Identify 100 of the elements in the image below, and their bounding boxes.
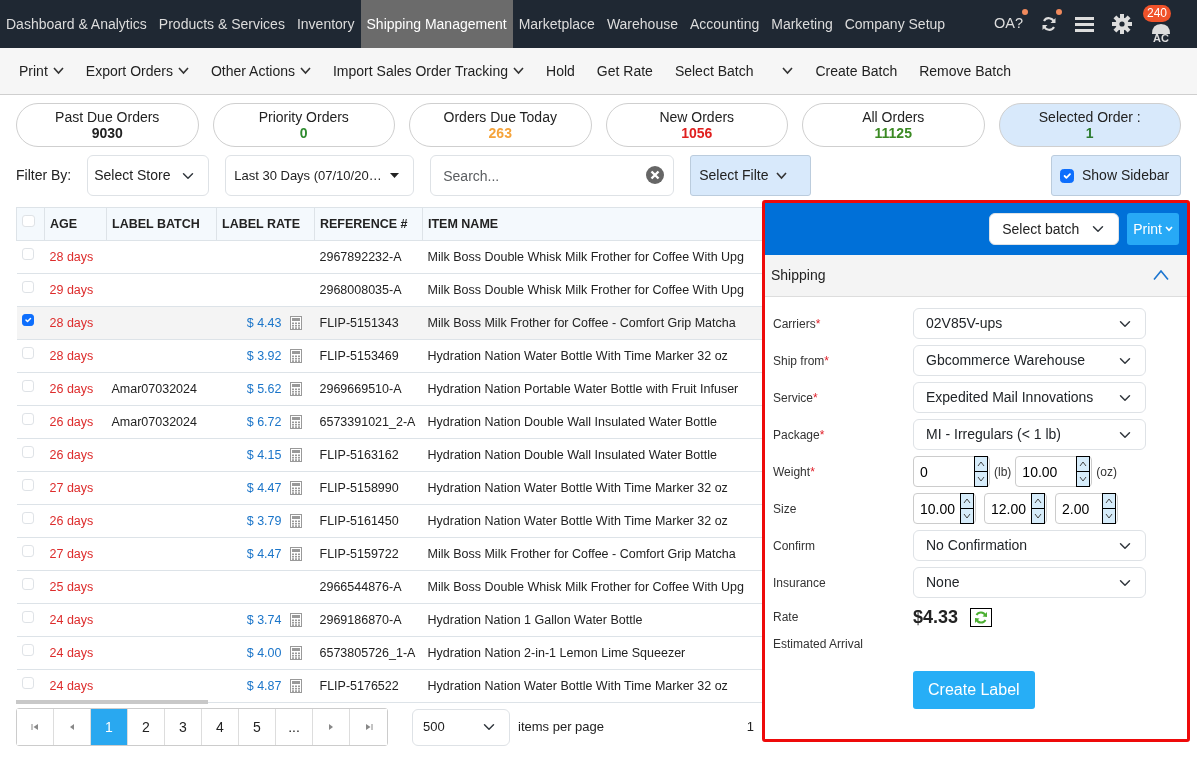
notification-badge: 240	[1143, 5, 1172, 22]
search-field[interactable]: Search...	[430, 155, 675, 196]
table-cell: 27 days	[49, 480, 94, 495]
rate-link[interactable]: $ 6.72	[246, 412, 282, 432]
chevron-down-icon	[513, 67, 525, 75]
stat-value: 1056	[680, 125, 714, 141]
stat-value: 0	[298, 125, 309, 141]
filter-label: Filter By:	[16, 166, 72, 185]
nav-tab[interactable]: Shipping Management	[360, 0, 513, 48]
nav-tab[interactable]: Inventory	[290, 0, 361, 48]
show-sidebar-toggle[interactable]: Show Sidebar	[1051, 155, 1181, 196]
calculator-icon	[289, 382, 302, 396]
column-header[interactable]: LABEL RATE	[216, 207, 315, 241]
field-label: Service*	[773, 389, 819, 407]
nav-tab[interactable]: Warehouse	[600, 0, 684, 48]
toolbar-button[interactable]: Other Actions	[203, 60, 318, 82]
toolbar-button[interactable]: Hold	[539, 60, 582, 82]
rate-link[interactable]: $ 4.00	[246, 643, 282, 663]
toolbar-button[interactable]: Print	[12, 60, 71, 82]
caret-down-icon	[389, 173, 399, 178]
toolbar-button[interactable]: Create Batch	[808, 60, 905, 82]
checkbox-label: Show Sidebar	[1082, 166, 1170, 185]
rate-link[interactable]: $ 5.62	[246, 379, 282, 399]
table-cell: FLIP-5153469	[319, 348, 399, 363]
menu-icon	[1075, 16, 1094, 32]
table-cell: 29 days	[49, 282, 94, 297]
stat-label: New Orders	[658, 109, 736, 125]
stat-label: Orders Due Today	[442, 109, 558, 125]
rate-link[interactable]: $ 4.47	[246, 478, 282, 498]
toolbar-button[interactable]: Select Batch	[667, 60, 801, 82]
user-initials: AC	[1153, 30, 1169, 46]
nav-tab[interactable]: Marketing	[765, 0, 839, 48]
section-header[interactable]: Shipping	[765, 255, 1187, 297]
toolbar-button[interactable]: Remove Batch	[912, 60, 1019, 82]
table-cell: 2966544876-A	[319, 579, 402, 594]
batch-select[interactable]: Select batch	[989, 213, 1120, 245]
store-select[interactable]: Select Store	[87, 155, 210, 196]
chevron-down-icon	[300, 67, 311, 75]
rate-value: $4.33	[913, 605, 959, 629]
stat-value: 11125	[873, 125, 913, 141]
select-field[interactable]: None	[913, 567, 1146, 598]
field-label: Insurance	[773, 574, 827, 592]
nav-tab[interactable]: Dashboard & Analytics	[0, 0, 153, 48]
date-range-select[interactable]: Last 30 Days (07/10/20…	[225, 155, 415, 196]
table-cell: Hydration Nation Water Bottle With Time Marker 32 oz	[427, 480, 728, 495]
table-cell: 2969186870-A	[319, 612, 402, 627]
table-cell: Hydration Nation 2-in-1 Lemon Lime Squeezer	[427, 645, 686, 660]
rate-link[interactable]: $ 4.15	[246, 445, 282, 465]
nav-tab[interactable]: Accounting	[683, 0, 766, 48]
calculator-icon	[289, 679, 302, 693]
stat-card[interactable]: Selected Order : 1	[998, 103, 1181, 147]
table-cell: 2969669510-A	[319, 381, 402, 396]
calculator-icon	[289, 415, 302, 429]
page-size-select[interactable]: 500	[412, 708, 510, 746]
filter-button[interactable]: Select Filte	[690, 155, 812, 196]
column-header[interactable]: REFERENCE #	[314, 207, 423, 241]
column-header[interactable]: LABEL BATCH	[106, 207, 217, 241]
page-size-label: items per page	[518, 718, 604, 737]
calculator-icon	[289, 316, 302, 330]
table-cell: 24 days	[49, 678, 94, 693]
rate-link[interactable]: $ 3.79	[246, 511, 282, 531]
notification-dot	[1022, 9, 1028, 15]
select-field[interactable]: 02V85V-ups	[913, 308, 1146, 339]
spinner-icon	[960, 493, 974, 524]
table-cell: FLIP-5161450	[319, 513, 399, 528]
chevron-down-icon	[1165, 226, 1173, 232]
nav-tab[interactable]: Products & Services	[152, 0, 291, 48]
select-field[interactable]: Gbcommerce Warehouse	[913, 345, 1146, 376]
select-field[interactable]: MI - Irregulars (< 1 lb)	[913, 419, 1146, 450]
rate-link[interactable]: $ 4.47	[246, 544, 282, 564]
table-cell: 28 days	[49, 315, 94, 330]
help-link[interactable]: OA?	[994, 13, 1023, 35]
toolbar-button[interactable]: Get Rate	[589, 60, 660, 82]
rate-link[interactable]: $ 3.92	[246, 346, 282, 366]
calculator-icon	[289, 547, 302, 561]
toolbar-button[interactable]: Import Sales Order Tracking	[326, 60, 532, 82]
chevron-down-icon	[177, 67, 189, 75]
table-cell: 26 days	[49, 513, 94, 528]
toolbar-button[interactable]: Export Orders	[78, 60, 196, 82]
checkbox[interactable]	[21, 313, 34, 327]
table-cell: FLIP-5151343	[319, 315, 399, 330]
select-field[interactable]: Expedited Mail Innovations	[913, 382, 1146, 413]
checkbox[interactable]	[1060, 168, 1074, 183]
table-cell: Milk Boss Milk Frother for Coffee - Comfort Grip Matcha	[427, 315, 736, 330]
nav-tab[interactable]: Marketplace	[512, 0, 601, 48]
scrollbar[interactable]	[16, 700, 208, 704]
spinner-icon	[1031, 493, 1045, 524]
select-field[interactable]: No Confirmation	[913, 530, 1146, 561]
avatar-icon	[1152, 22, 1170, 34]
column-header[interactable]: ITEM NAME	[422, 207, 765, 241]
chevron-down-icon	[776, 171, 788, 180]
stat-label: Priority Orders	[257, 109, 350, 125]
column-header[interactable]: AGE	[44, 207, 107, 241]
first-page-button[interactable]	[17, 709, 54, 745]
rate-link[interactable]: $ 3.74	[246, 610, 282, 630]
first-page-icon	[31, 723, 39, 731]
settings-icon	[1112, 14, 1132, 34]
nav-tab[interactable]: Company Setup	[838, 0, 952, 48]
unit-label: (lb)	[994, 463, 1012, 481]
rate-link[interactable]: $ 4.87	[246, 676, 282, 696]
